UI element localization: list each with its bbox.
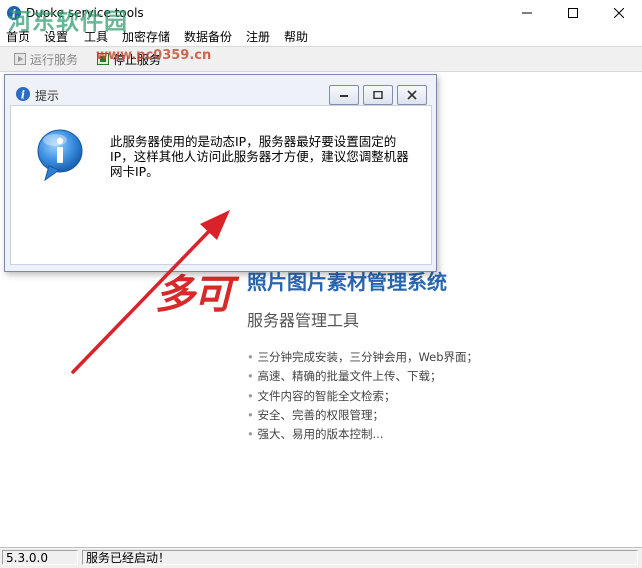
status-message: 服务已经启动！ [82,550,638,565]
status-bar: 5.3.0.0 服务已经启动！ [0,547,642,568]
annotation-arrow [71,210,230,374]
arrow-shaft [71,223,217,374]
version-cell: 5.3.0.0 [2,550,78,565]
